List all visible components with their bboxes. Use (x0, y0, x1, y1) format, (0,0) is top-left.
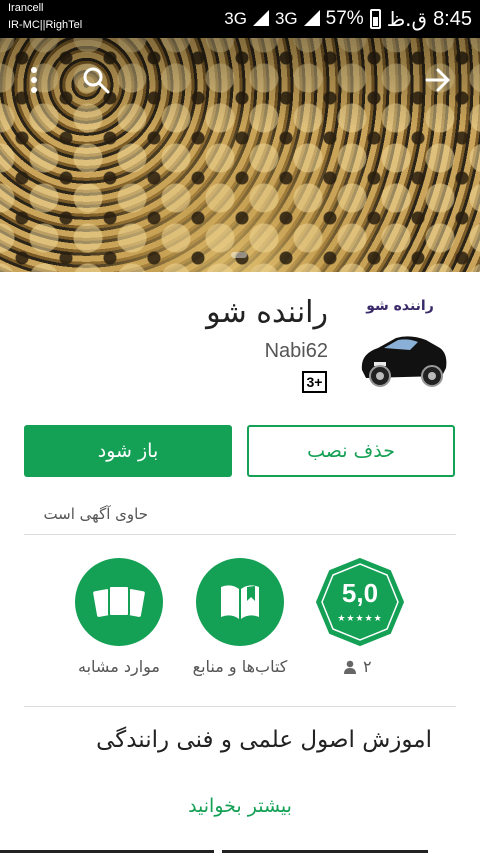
signal-secondary-icon (303, 10, 320, 27)
status-indicators: 3G 3G 57% ق.ظ 8:45 (224, 0, 472, 38)
divider (24, 534, 456, 535)
more-options-button[interactable] (14, 60, 54, 100)
car-icon (361, 336, 447, 387)
bottom-divider (0, 850, 428, 853)
review-count-value: ۲ (363, 657, 372, 676)
carrier-name-secondary: IR-MC||RighTel (8, 19, 83, 31)
book-icon (221, 585, 259, 619)
status-bar: Irancell IR-MC||RighTel 3G 3G 57% ق.ظ 8:… (0, 0, 480, 38)
search-icon (83, 67, 110, 94)
similar-apps-button[interactable] (75, 558, 163, 646)
carrier-name: Irancell (8, 2, 44, 14)
app-description: اموزش اصول علمی و فنی رانندگی (96, 727, 432, 753)
divider (24, 706, 456, 707)
books-category-label: کتاب‌ها و منابع (192, 657, 288, 676)
cards-icon (93, 585, 145, 617)
rating-value: 5,0 (341, 578, 379, 608)
books-category-button[interactable] (196, 558, 284, 646)
uninstall-button[interactable]: حذف نصب (247, 425, 455, 477)
signal-icon (252, 10, 269, 27)
network-type-secondary: 3G (274, 9, 298, 28)
contains-ads-label: حاوی آگهی است (43, 505, 148, 523)
arrow-forward-icon (425, 68, 450, 92)
app-title: راننده شو (206, 295, 328, 330)
search-button[interactable] (76, 60, 116, 100)
similar-apps-label: موارد مشابه (78, 657, 160, 676)
read-more-link[interactable]: بیشتر بخوانید (0, 795, 480, 817)
carousel-indicator (231, 252, 247, 258)
app-icon: راننده شو (344, 292, 456, 396)
time-suffix: ق.ظ (386, 7, 428, 31)
battery-percent: 57% (325, 8, 364, 29)
battery-icon (369, 9, 381, 29)
person-icon (344, 660, 356, 674)
developer-link[interactable]: Nabi62 (265, 340, 328, 363)
review-count: ۲ (343, 657, 372, 676)
network-type: 3G (224, 9, 247, 28)
content-rating-badge: 3+ (302, 371, 327, 393)
rating-stars: ★★★★★ (337, 614, 383, 624)
more-vert-icon (31, 67, 37, 93)
forward-button[interactable] (418, 60, 458, 100)
open-button[interactable]: باز شود (24, 425, 232, 477)
feature-graphic (0, 38, 480, 272)
clock: 8:45 (433, 7, 472, 30)
hero-shade (0, 38, 480, 128)
